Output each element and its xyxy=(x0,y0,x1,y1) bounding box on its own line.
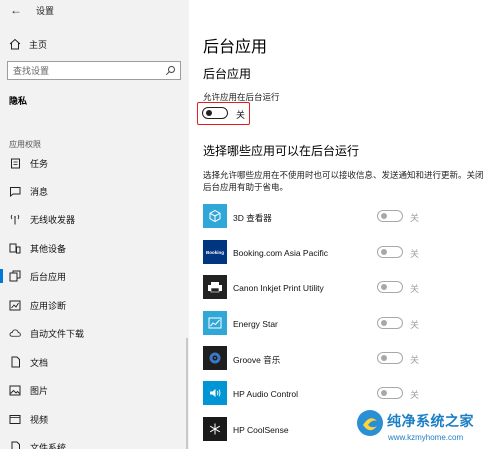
sidebar-item-label: 文档 xyxy=(30,357,49,368)
app-toggle[interactable] xyxy=(377,387,403,399)
list-item: Booking Booking.com Asia Pacific 关 xyxy=(203,240,493,268)
sidebar-item-label: 文件系统 xyxy=(30,442,67,449)
list-item: Groove 音乐 关 xyxy=(203,346,493,374)
app-name: Groove 音乐 xyxy=(233,355,281,365)
sidebar-item-tasks[interactable]: 任务 xyxy=(0,153,189,173)
list-item: 3D 查看器 关 xyxy=(203,204,493,232)
document-icon xyxy=(9,356,21,368)
app-toggle-state: 关 xyxy=(410,284,420,294)
app-name: Canon Inkjet Print Utility xyxy=(233,283,324,293)
video-icon xyxy=(9,413,21,425)
devices-icon xyxy=(9,242,21,254)
sidebar-item-documents[interactable]: 文档 xyxy=(0,352,189,372)
energy-chart-icon xyxy=(203,311,227,335)
sidebar-item-messages[interactable]: 消息 xyxy=(0,181,189,201)
watermark-title: 纯净系统之家 xyxy=(387,413,474,429)
app-name: 3D 查看器 xyxy=(233,213,272,223)
search-input[interactable] xyxy=(13,64,158,77)
watermark-logo-icon xyxy=(357,410,383,436)
toggle-knob xyxy=(381,213,387,219)
toggle-knob xyxy=(381,355,387,361)
printer-icon xyxy=(203,275,227,299)
background-apps-icon xyxy=(9,270,21,282)
sidebar-item-radios[interactable]: 无线收发器 xyxy=(0,209,189,229)
choose-apps-description: 选择允许哪些应用在不使用时也可以接收信息、发送通知和进行更新。关闭后台应用有助于… xyxy=(203,170,484,192)
message-icon xyxy=(9,185,21,197)
sidebar-item-app-diagnostics[interactable]: 应用诊断 xyxy=(0,295,189,315)
toggle-knob xyxy=(381,284,387,290)
toggle-knob xyxy=(381,390,387,396)
main-content: 后台应用 后台应用 允许应用在后台运行 关 选择哪些应用可以在后台运行 选择允许… xyxy=(189,0,500,449)
sidebar-item-auto-downloads[interactable]: 自动文件下载 xyxy=(0,323,189,343)
sidebar-item-label: 无线收发器 xyxy=(30,214,76,225)
file-system-icon xyxy=(9,441,21,449)
sidebar-item-pictures[interactable]: 图片 xyxy=(0,380,189,400)
search-field[interactable] xyxy=(7,61,181,80)
music-disc-icon xyxy=(203,346,227,370)
list-item: Energy Star 关 xyxy=(203,311,493,339)
section-heading: 后台应用 xyxy=(203,67,252,81)
speaker-icon xyxy=(203,381,227,405)
picture-icon xyxy=(9,384,21,396)
sidebar-item-label: 消息 xyxy=(30,186,49,197)
app-toggle[interactable] xyxy=(377,281,403,293)
choose-apps-heading: 选择哪些应用可以在后台运行 xyxy=(203,144,360,158)
watermark: 纯净系统之家 www.kzmyhome.com xyxy=(353,405,500,449)
app-name: HP CoolSense xyxy=(233,425,289,435)
sidebar-item-label: 任务 xyxy=(30,158,49,169)
sidebar-item-label: 后台应用 xyxy=(30,271,67,282)
diagnostics-icon xyxy=(9,299,21,311)
toggle-knob xyxy=(381,249,387,255)
app-toggle-state: 关 xyxy=(410,249,420,259)
app-toggle-state: 关 xyxy=(410,213,420,223)
task-icon xyxy=(9,157,21,169)
allow-background-state: 关 xyxy=(236,110,246,120)
window-title: 设置 xyxy=(36,6,55,16)
app-toggle-state: 关 xyxy=(410,390,420,400)
search-icon[interactable] xyxy=(165,65,176,76)
active-indicator xyxy=(0,269,3,283)
snowflake-icon xyxy=(203,417,227,441)
page-title: 后台应用 xyxy=(203,39,268,56)
list-item: Canon Inkjet Print Utility 关 xyxy=(203,275,493,303)
sidebar-item-file-system[interactable]: 文件系统 xyxy=(0,437,189,449)
sidebar-item-label: 应用诊断 xyxy=(30,300,67,311)
app-toggle-state: 关 xyxy=(410,355,420,365)
sidebar-item-background-apps[interactable]: 后台应用 xyxy=(0,266,189,286)
sidebar-item-label: 视频 xyxy=(30,414,49,425)
section-title: 隐私 xyxy=(9,96,28,106)
cube-icon xyxy=(203,204,227,228)
radio-icon xyxy=(9,213,21,225)
sidebar-home[interactable]: 主页 xyxy=(8,37,47,51)
sidebar: ← 设置 主页 隐私 应用权限 任务 消息 无线收发器 xyxy=(0,0,189,449)
sidebar-item-other-devices[interactable]: 其他设备 xyxy=(0,238,189,258)
app-name: Booking.com Asia Pacific xyxy=(233,248,328,258)
app-toggle-state: 关 xyxy=(410,320,420,330)
sidebar-item-videos[interactable]: 视频 xyxy=(0,409,189,429)
app-toggle[interactable] xyxy=(377,317,403,329)
home-icon xyxy=(9,38,21,50)
sidebar-home-label: 主页 xyxy=(29,39,48,50)
toggle-knob xyxy=(381,320,387,326)
sidebar-item-label: 自动文件下载 xyxy=(30,328,85,339)
app-toggle[interactable] xyxy=(377,352,403,364)
app-toggle[interactable] xyxy=(377,210,403,222)
app-name: HP Audio Control xyxy=(233,389,299,399)
sidebar-item-label: 其他设备 xyxy=(30,243,67,254)
app-name: Energy Star xyxy=(233,319,278,329)
allow-background-toggle[interactable] xyxy=(202,107,228,119)
watermark-url: www.kzmyhome.com xyxy=(388,433,464,442)
cloud-icon xyxy=(9,327,21,339)
sidebar-item-label: 图片 xyxy=(30,385,49,396)
sidebar-scrollbar[interactable] xyxy=(186,338,188,449)
group-title: 应用权限 xyxy=(9,140,41,149)
toggle-knob xyxy=(206,110,212,116)
title-bar: ← 设置 xyxy=(0,0,189,22)
app-toggle[interactable] xyxy=(377,246,403,258)
booking-logo-icon: Booking xyxy=(203,240,227,264)
back-arrow-icon[interactable]: ← xyxy=(9,3,23,17)
